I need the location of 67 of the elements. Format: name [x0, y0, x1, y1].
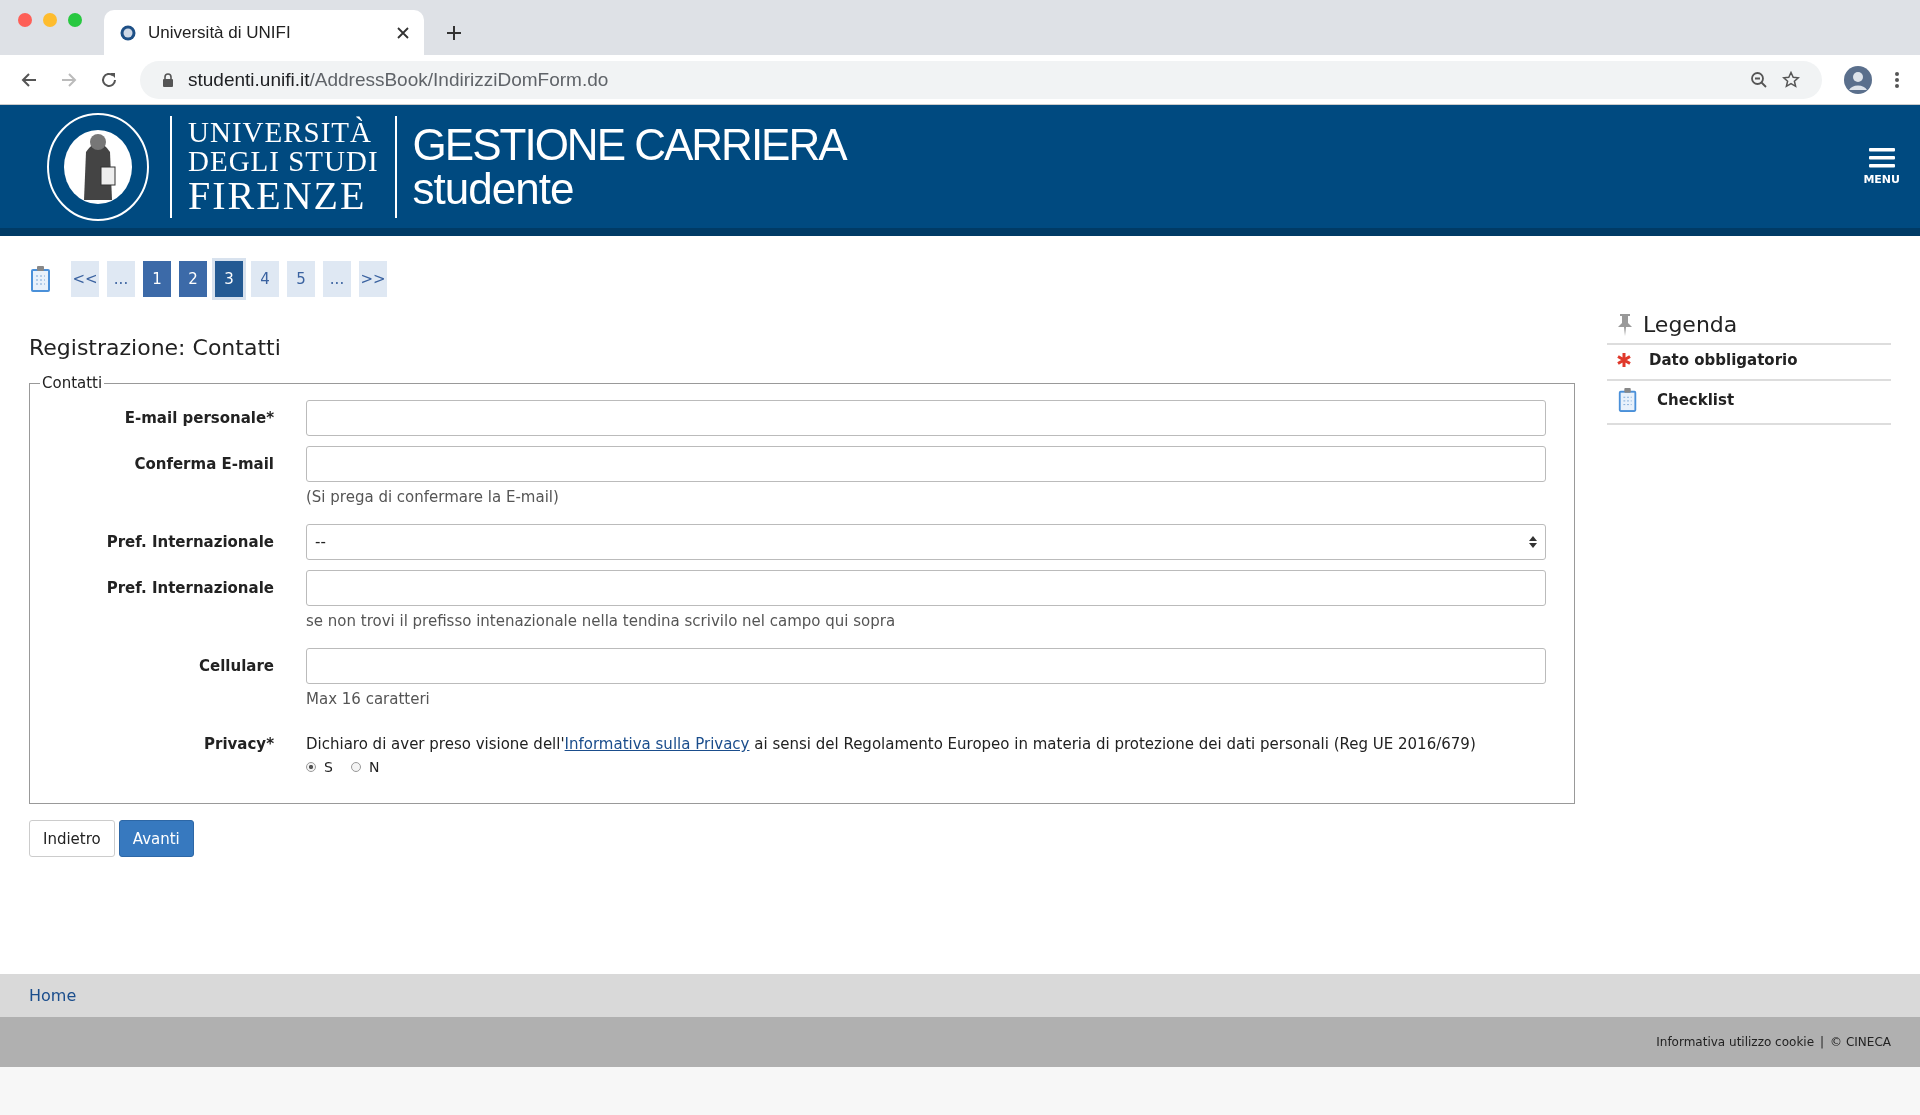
university-name: FIRENZE: [188, 175, 368, 216]
field-label: Privacy*: [203, 734, 274, 755]
back-button[interactable]: Indietro: [29, 820, 115, 857]
page-link[interactable]: 3: [215, 261, 243, 297]
reload-icon[interactable]: [100, 70, 118, 89]
address-field[interactable]: studenti.unifi.it/AddressBook/IndirizziDomForm.do: [140, 60, 1822, 99]
legend-item: Checklist: [1657, 391, 1735, 409]
browser-tab[interactable]: Università di UNIFI: [104, 10, 424, 55]
page-link[interactable]: ...: [323, 261, 351, 297]
field-label: Pref. Internazionale: [105, 578, 274, 599]
field-label: Conferma E-mail: [133, 454, 274, 475]
star-icon[interactable]: [1782, 70, 1800, 89]
field-label: E-mail personale*: [123, 408, 274, 429]
tab-title: Università di UNIFI: [148, 22, 292, 43]
menu-icon: [1868, 147, 1895, 169]
university-name: UNIVERSITÀ: [188, 117, 373, 147]
avatar-icon[interactable]: [1844, 65, 1872, 94]
checklist-icon[interactable]: [29, 265, 53, 293]
new-tab-icon[interactable]: [446, 25, 462, 41]
radio-label: S: [324, 759, 333, 775]
separator-text: |: [1820, 1035, 1825, 1049]
text-field[interactable]: [306, 400, 1546, 436]
page-title: Registrazione: Contatti: [29, 335, 282, 360]
page-link[interactable]: 2: [179, 261, 207, 297]
seal-icon: [120, 24, 136, 41]
page-link[interactable]: 1: [143, 261, 171, 297]
url-text: studenti.unifi.it/AddressBook/IndirizziDomForm.do: [188, 68, 609, 91]
legend-title: Legenda: [1643, 312, 1738, 337]
dropdown-arrows-icon: [1529, 536, 1537, 548]
portal-title: GESTIONE CARRIERA: [412, 122, 846, 167]
checklist-icon: [1617, 387, 1639, 413]
radio-label: N: [368, 759, 380, 775]
back-arrow-icon[interactable]: [20, 70, 38, 89]
cookie-policy-link[interactable]: Informativa utilizzo cookie: [1656, 1035, 1815, 1049]
field-hint: (Si prega di confermare la E-mail): [306, 488, 560, 506]
lock-icon: [162, 72, 174, 87]
next-button[interactable]: Avanti: [118, 820, 194, 857]
portal-subtitle: studente: [412, 166, 575, 211]
close-icon[interactable]: [396, 25, 410, 40]
radio-button[interactable]: [350, 762, 361, 772]
privacy-statement: Dichiaro di aver preso visione dell'Informativa sulla Privacy ai sensi del Regolamento Europeo in materia di protezione dei dati personali (Reg UE 2016/679): [306, 734, 1477, 753]
privacy-link[interactable]: Informativa sulla Privacy: [564, 735, 750, 753]
page-link[interactable]: >>: [359, 261, 387, 297]
close-window-button[interactable]: [18, 13, 32, 27]
forward-arrow-icon[interactable]: [60, 70, 78, 89]
page-link[interactable]: 5: [287, 261, 315, 297]
field-hint: Max 16 caratteri: [306, 690, 431, 708]
fieldset-legend: Contatti: [40, 374, 105, 392]
field-hint: se non trovi il prefisso intenazionale nella tendina scrivilo nel campo qui sopra: [306, 612, 897, 630]
zoom-out-icon[interactable]: [1750, 70, 1768, 89]
home-link[interactable]: Home: [29, 986, 77, 1005]
more-options-icon[interactable]: [1894, 70, 1900, 89]
university-name: DEGLI STUDI: [188, 146, 379, 176]
text-field[interactable]: [306, 570, 1546, 606]
field-label: Pref. Internazionale: [105, 532, 274, 553]
field-label: Cellulare: [198, 656, 274, 677]
legend-item: Dato obbligatorio: [1649, 351, 1798, 369]
copyright-text: © CINECA: [1830, 1035, 1891, 1049]
asterisk-icon: [1617, 353, 1631, 367]
page-link[interactable]: ...: [107, 261, 135, 297]
radio-button[interactable]: [306, 762, 316, 772]
page-link[interactable]: <<: [71, 261, 99, 297]
menu-button[interactable]: MENU: [1863, 147, 1900, 186]
text-field[interactable]: [306, 648, 1546, 684]
page-link[interactable]: 4: [251, 261, 279, 297]
text-field[interactable]: [306, 446, 1546, 482]
dropdown-field[interactable]: --: [306, 524, 1546, 560]
